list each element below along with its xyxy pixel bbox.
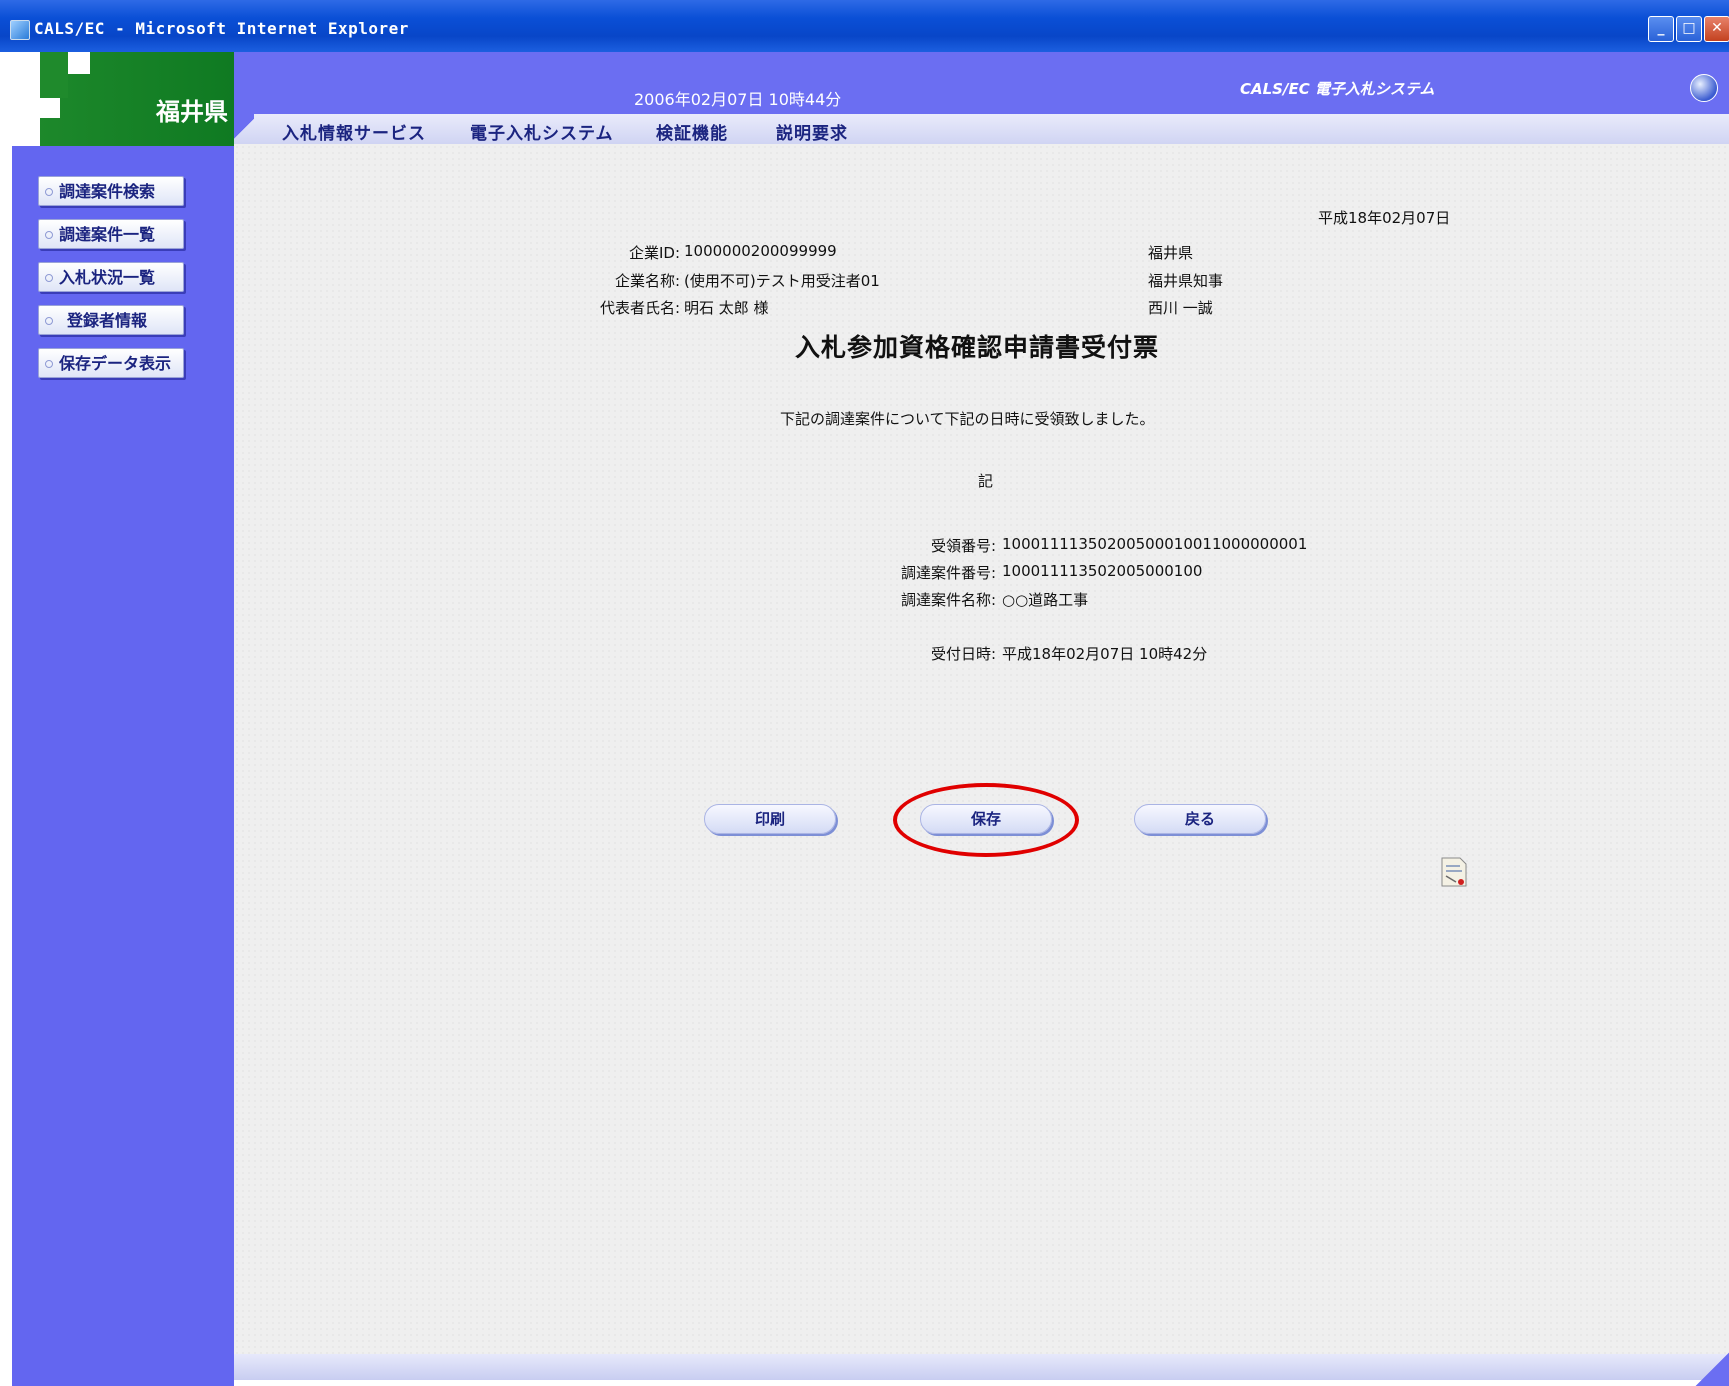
logo-green-square [40,52,68,98]
bullet-icon [45,273,53,282]
received-datetime-label: 受付日時: [930,645,996,663]
bullet-icon [45,187,53,196]
sidebar-item-label: 調達案件一覧 [59,225,156,244]
case-number: 100011113502005000100 [1002,562,1203,580]
ki-mark: 記 [978,472,994,490]
sidebar-item-label: 保存データ表示 [59,354,172,373]
save-highlight-circle [893,783,1079,857]
receipt-number-label: 受領番号: [930,537,996,555]
sidebar-item-saved-data[interactable]: 保存データ表示 [38,348,184,378]
window-title-bar: CALS/EC - Microsoft Internet Explorer _ … [0,0,1729,52]
maximize-button[interactable]: □ [1676,16,1702,42]
case-name: ○○道路工事 [1002,591,1089,609]
sidebar-item-procurement-search[interactable]: 調達案件検索 [38,176,184,206]
bullet-icon [45,230,53,239]
back-button[interactable]: 戻る [1134,804,1266,834]
menu-explanation-request[interactable]: 説明要求 [776,119,848,144]
receipt-message: 下記の調達案件について下記の日時に受領致しました。 [780,410,1155,428]
menu-bar: 入札情報サービス 電子入札システム 検証機能 説明要求 [234,114,1729,144]
sidebar-item-label: 登録者情報 [67,311,148,330]
logo-background: 福井県 [12,52,234,146]
document-date: 平成18年02月07日 [1318,209,1451,227]
main-content [234,144,1729,1354]
company-id-label: 企業ID: [628,244,680,262]
menu-bid-info-service[interactable]: 入札情報サービス [282,119,426,144]
menu-notch [234,114,254,144]
company-name: (使用不可)テスト用受注者01 [684,272,880,290]
sidebar-item-procurement-list[interactable]: 調達案件一覧 [38,219,184,249]
company-name-label: 企業名称: [614,272,680,290]
status-strip [234,1354,1729,1380]
logo-white-square [68,52,90,74]
certificate-icon[interactable] [1440,856,1468,888]
current-datetime: 2006年02月07日 10時44分 [634,90,842,109]
receipt-number: 10001111350200500010011000000001 [1002,535,1308,553]
case-name-label: 調達案件名称: [900,591,996,609]
menu-verification[interactable]: 検証機能 [656,119,728,144]
system-name: CALS/EC 電子入札システム [1240,80,1435,98]
bullet-icon [45,316,53,325]
sidebar-item-label: 入札状況一覧 [59,268,156,287]
sidebar-item-bid-status-list[interactable]: 入札状況一覧 [38,262,184,292]
print-button[interactable]: 印刷 [704,804,836,834]
issuer-name: 西川 一誠 [1148,299,1213,317]
issuer-prefecture: 福井県 [1148,244,1194,262]
ie-app-icon [10,20,30,40]
menu-e-bidding-system[interactable]: 電子入札システム [470,119,614,144]
received-datetime: 平成18年02月07日 10時42分 [1002,645,1208,663]
resize-grip[interactable] [1690,1350,1729,1386]
logo-white-square-2 [40,98,60,118]
representative-name: 明石 太郎 様 [684,299,769,317]
representative-name-label: 代表者氏名: [599,299,680,317]
sidebar-item-registrant-info[interactable]: 登録者情報 [38,305,184,335]
close-button[interactable]: ✕ [1704,16,1729,42]
globe-icon[interactable] [1690,74,1718,102]
logo-area: 福井県 [12,52,234,146]
prefecture-logo: 福井県 [156,98,228,126]
company-id: 1000000200099999 [684,242,837,260]
window-title: CALS/EC - Microsoft Internet Explorer [34,19,409,38]
bullet-icon [45,359,53,368]
left-sidebar [12,52,234,1386]
case-number-label: 調達案件番号: [900,564,996,582]
minimize-button[interactable]: _ [1648,16,1674,42]
page-title: 入札参加資格確認申請書受付票 [795,333,1160,362]
logo-white-bar [12,52,40,146]
issuer-title: 福井県知事 [1148,272,1224,290]
sidebar-item-label: 調達案件検索 [59,182,156,201]
